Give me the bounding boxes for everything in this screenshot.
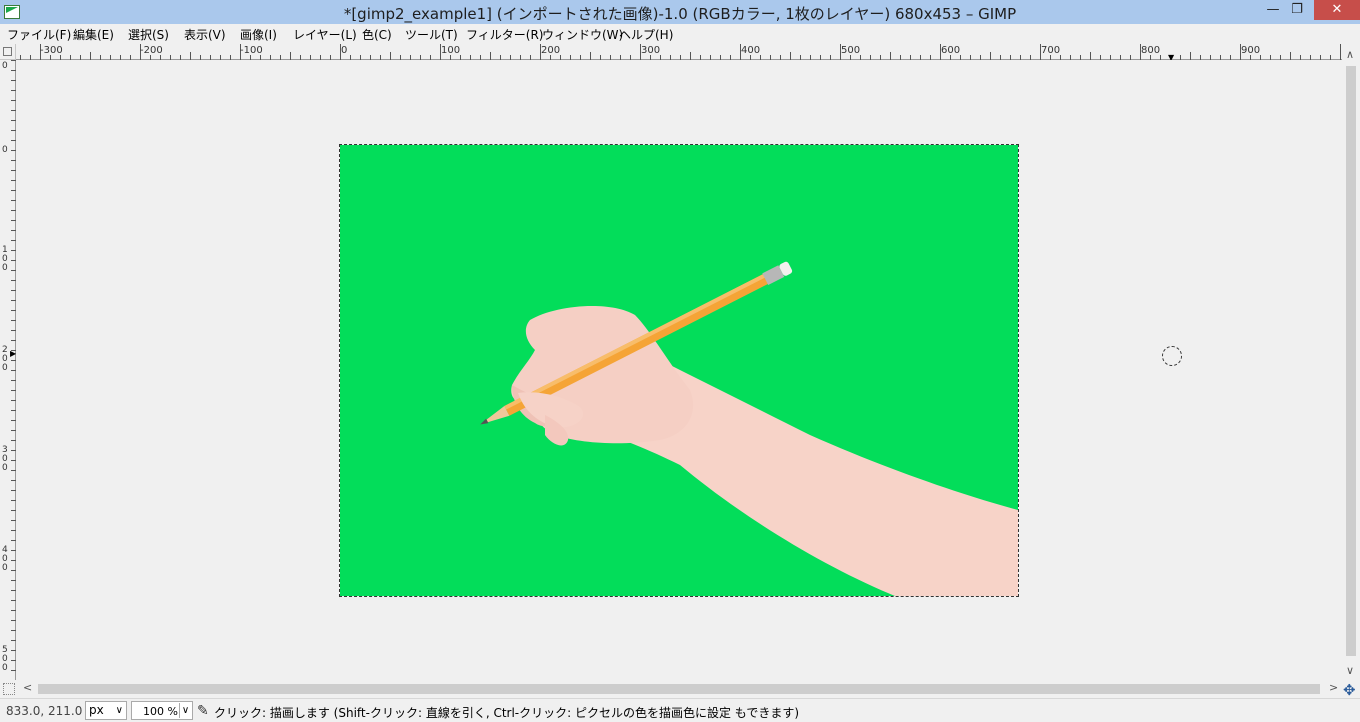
- ruler-label: -100: [240, 45, 263, 56]
- menu-arrow-icon: [3, 47, 12, 56]
- menu-help[interactable]: ヘルプ(H): [619, 26, 673, 43]
- scroll-right-icon[interactable]: >: [1329, 681, 1338, 694]
- zoom-combo[interactable]: 100 % ∨: [131, 701, 193, 720]
- ruler-label: 100: [441, 45, 461, 56]
- ruler-label: 400: [2, 545, 8, 573]
- ruler-label: -200: [140, 45, 163, 56]
- vertical-ruler[interactable]: 0 0 100 200 300 400 500 ▶: [0, 60, 16, 680]
- horizontal-ruler[interactable]: -300 -200 -100 0 100 200 300 400 500 600…: [16, 44, 1342, 62]
- ruler-label: 0: [2, 61, 8, 71]
- scroll-down-icon[interactable]: ∨: [1346, 664, 1354, 677]
- quick-mask-toggle[interactable]: [3, 683, 15, 695]
- menu-tools[interactable]: ツール(T): [405, 26, 458, 43]
- title-bar: *[gimp2_example1] (インポートされた画像)-1.0 (RGBカ…: [0, 0, 1360, 24]
- minimize-button[interactable]: —: [1263, 0, 1283, 20]
- vertical-scrollbar[interactable]: ∧ ∨: [1342, 44, 1360, 680]
- pencil-tool-icon: ✎: [197, 703, 209, 719]
- ruler-label: 0: [341, 45, 348, 56]
- ruler-label: 200: [541, 45, 561, 56]
- brush-outline-cursor: [1162, 346, 1182, 366]
- menu-filters[interactable]: フィルター(R): [466, 26, 543, 43]
- chevron-down-icon[interactable]: ∨: [179, 703, 191, 718]
- image-canvas[interactable]: [339, 144, 1019, 597]
- menu-windows[interactable]: ウィンドウ(W): [542, 26, 623, 43]
- scroll-up-icon[interactable]: ∧: [1346, 48, 1354, 61]
- canvas-workspace[interactable]: [16, 60, 1342, 680]
- menu-select[interactable]: 選択(S): [128, 26, 169, 43]
- ruler-label: 700: [1041, 45, 1061, 56]
- unit-select[interactable]: px ∨: [85, 701, 127, 720]
- unit-value: px: [89, 703, 104, 717]
- chevron-down-icon: ∨: [115, 705, 123, 716]
- menu-edit[interactable]: 編集(E): [73, 26, 114, 43]
- menu-colors[interactable]: 色(C): [362, 26, 392, 43]
- close-button[interactable]: ✕: [1314, 0, 1360, 20]
- horizontal-scrollbar[interactable]: < >: [16, 680, 1342, 698]
- close-icon: ✕: [1331, 2, 1343, 17]
- menu-image[interactable]: 画像(I): [240, 26, 277, 43]
- ruler-corner-menu-button[interactable]: [0, 44, 16, 60]
- navigate-icon[interactable]: ✥: [1343, 681, 1356, 699]
- hand-with-pencil-image: [480, 261, 1018, 596]
- status-bar: 833.0, 211.0 px ∨ 100 % ∨ ✎ クリック: 描画します …: [0, 698, 1360, 722]
- vertical-scroll-thumb[interactable]: [1346, 66, 1356, 656]
- ruler-label: -300: [40, 45, 63, 56]
- ruler-label: 0: [2, 145, 8, 155]
- menu-file[interactable]: ファイル(F): [7, 26, 71, 43]
- ruler-label: 100: [2, 245, 8, 273]
- ruler-label: 600: [941, 45, 961, 56]
- window-title: *[gimp2_example1] (インポートされた画像)-1.0 (RGBカ…: [343, 5, 1017, 23]
- menu-layer[interactable]: レイヤー(L): [293, 26, 357, 43]
- ruler-label: 800: [1141, 45, 1161, 56]
- scroll-left-icon[interactable]: <: [23, 681, 32, 694]
- menu-bar: ファイル(F) 編集(E) 選択(S) 表示(V) 画像(I) レイヤー(L) …: [0, 24, 1360, 44]
- ruler-label: 300: [2, 445, 8, 473]
- restore-icon: ❐: [1291, 2, 1303, 17]
- ruler-label: 900: [1241, 45, 1261, 56]
- ruler-label: 300: [641, 45, 661, 56]
- ruler-label: 500: [2, 645, 8, 673]
- ruler-label: 400: [741, 45, 761, 56]
- ruler-label: 500: [841, 45, 861, 56]
- restore-button[interactable]: ❐: [1286, 0, 1308, 20]
- status-message: クリック: 描画します (Shift-クリック: 直線を引く, Ctrl-クリッ…: [214, 706, 800, 720]
- minimize-icon: —: [1266, 2, 1280, 17]
- zoom-value: 100 %: [143, 705, 178, 718]
- ruler-label: 200: [2, 345, 8, 373]
- horizontal-scroll-thumb[interactable]: [38, 684, 1320, 694]
- pointer-coordinates: 833.0, 211.0: [6, 704, 83, 718]
- menu-view[interactable]: 表示(V): [184, 26, 226, 43]
